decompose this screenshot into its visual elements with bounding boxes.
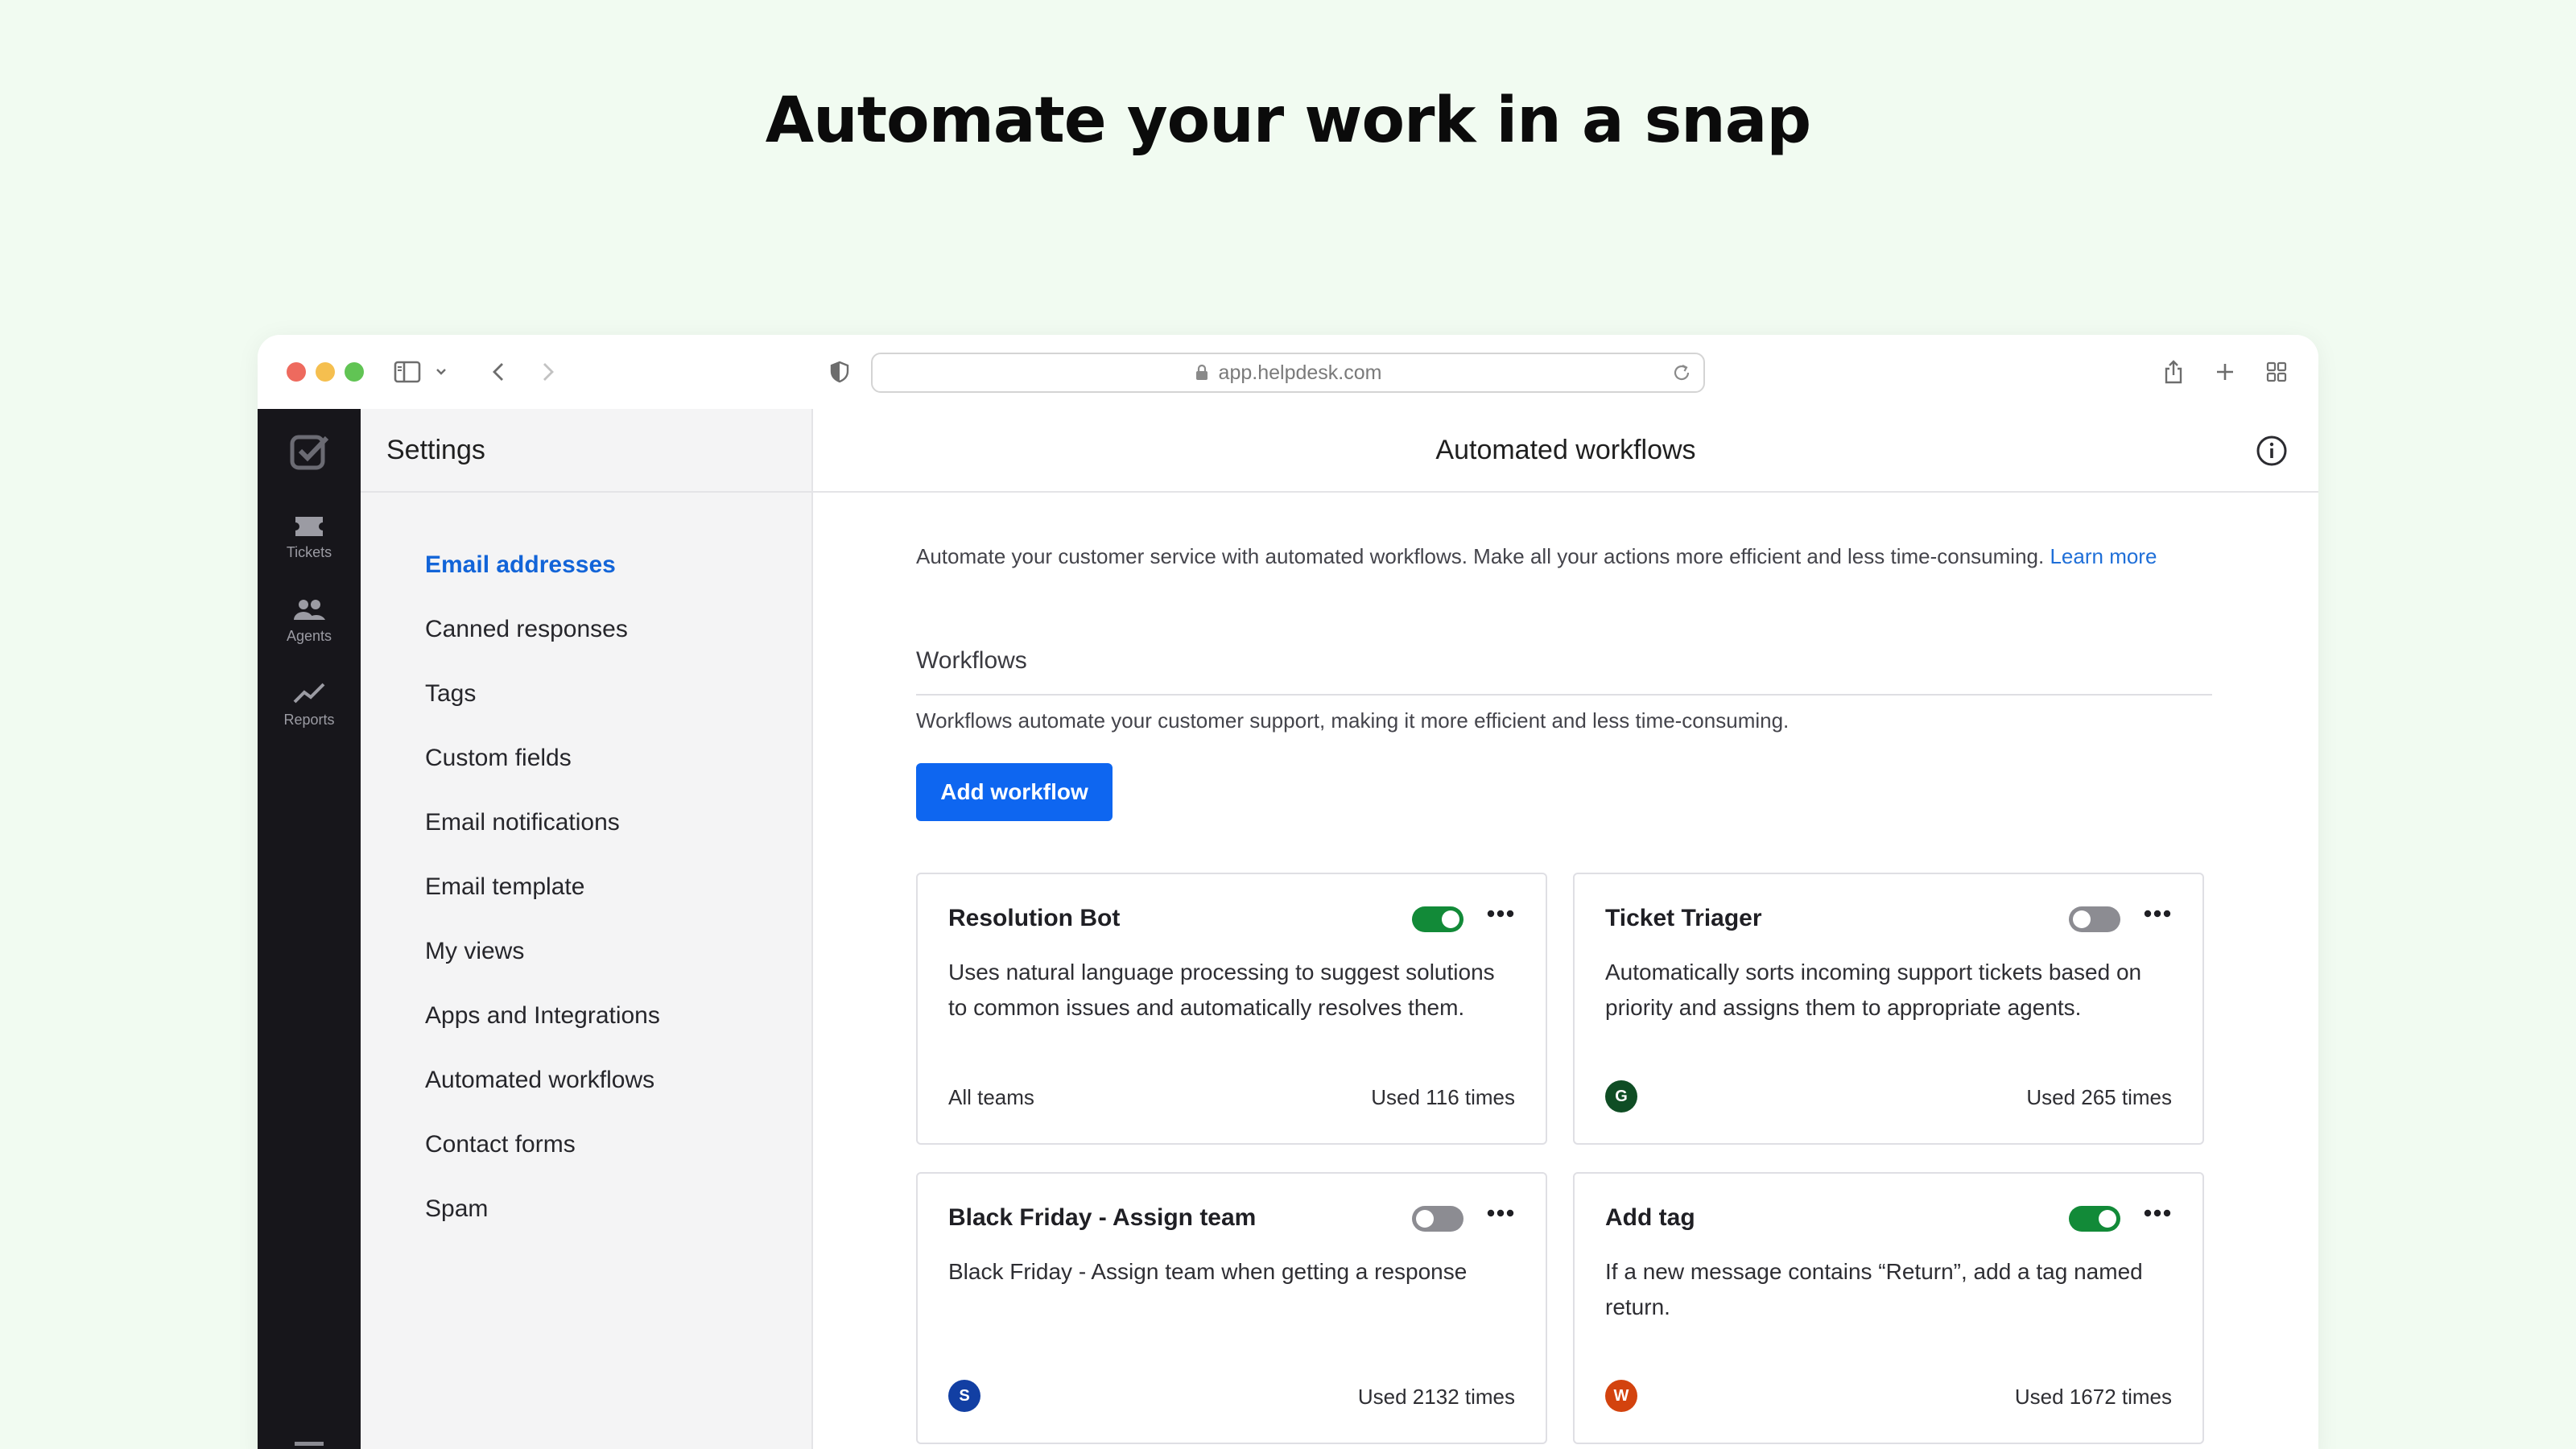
more-options-icon[interactable] [2143, 1208, 2172, 1222]
workflow-title: Resolution Bot [948, 905, 1121, 931]
workflows-section-title: Workflows [916, 647, 1027, 674]
workflow-enabled-toggle[interactable] [2069, 1206, 2120, 1232]
ticket-icon [295, 517, 323, 536]
settings-item-email-notifications[interactable]: Email notifications [361, 791, 811, 855]
zoom-window-button[interactable] [345, 362, 364, 382]
workflow-owner: All teams [948, 1085, 1034, 1109]
workflow-card-resolution-bot[interactable]: Resolution Bot Uses natural language pro… [916, 873, 1547, 1145]
workflow-description: Uses natural language processing to sugg… [948, 960, 1495, 1020]
workflow-usage: Used 2132 times [1357, 1385, 1515, 1409]
browser-toolbar: app.helpdesk.com [258, 335, 2318, 409]
settings-item-my-views[interactable]: My views [361, 919, 811, 984]
workflow-card-add-tag[interactable]: Add tag If a new message contains “Retur… [1573, 1172, 2204, 1444]
rail-item-reports[interactable]: Reports [258, 681, 361, 729]
url-text: app.helpdesk.com [1218, 361, 1382, 384]
new-tab-plus-icon[interactable] [2211, 353, 2240, 391]
browser-window: app.helpdesk.com Tickets Agents Reports … [258, 335, 2318, 1449]
settings-item-contact-forms[interactable]: Contact forms [361, 1113, 811, 1177]
rail-item-label: Tickets [286, 544, 332, 560]
workflow-description: If a new message contains “Return”, add … [1605, 1259, 2143, 1319]
sidebar-toggle-icon[interactable] [391, 353, 423, 391]
workflow-description: Automatically sorts incoming support tic… [1605, 960, 2142, 1020]
rail-item-label: Reports [283, 712, 335, 728]
minimize-window-button[interactable] [316, 362, 335, 382]
workflow-card-ticket-triager[interactable]: Ticket Triager Automatically sorts incom… [1573, 873, 2204, 1145]
settings-sidebar: Settings Email addresses Canned response… [361, 409, 813, 1449]
workflow-usage: Used 116 times [1371, 1085, 1515, 1109]
add-workflow-button[interactable]: Add workflow [916, 763, 1113, 821]
workflows-main: Automated workflows Automate your custom… [813, 409, 2318, 1449]
forward-arrow-icon[interactable] [536, 353, 560, 391]
helpdesk-app: Tickets Agents Reports Settings Email ad… [258, 409, 2318, 1449]
main-header: Automated workflows [813, 409, 2318, 493]
more-options-icon[interactable] [1486, 1208, 1515, 1222]
toggle-knob [1416, 1210, 1434, 1228]
chevron-down-icon[interactable] [431, 353, 451, 391]
back-arrow-icon[interactable] [486, 353, 510, 391]
learn-more-link[interactable]: Learn more [2050, 544, 2157, 568]
rail-item-tickets[interactable]: Tickets [258, 514, 361, 561]
settings-title: Settings [361, 409, 811, 493]
info-icon[interactable] [2256, 435, 2288, 474]
page-headline: Automate your work in a snap [765, 85, 1811, 157]
helpdesk-logo-icon[interactable] [290, 433, 330, 474]
workflow-title: Black Friday - Assign team [948, 1204, 1257, 1231]
settings-menu: Email addresses Canned responses Tags Cu… [361, 493, 811, 1241]
intro-copy: Automate your customer service with auto… [916, 544, 2045, 568]
lock-icon [1195, 364, 1209, 382]
avatar: W [1605, 1380, 1637, 1412]
page-title: Automated workflows [1435, 434, 1696, 465]
agents-icon [294, 600, 325, 620]
address-bar[interactable]: app.helpdesk.com [871, 353, 1705, 393]
workflow-usage: Used 265 times [2026, 1085, 2172, 1109]
settings-item-email-template[interactable]: Email template [361, 855, 811, 919]
avatar: G [1605, 1080, 1637, 1113]
settings-item-tags[interactable]: Tags [361, 662, 811, 726]
privacy-shield-icon[interactable] [828, 353, 852, 391]
workflow-enabled-toggle[interactable] [2069, 906, 2120, 932]
settings-item-custom-fields[interactable]: Custom fields [361, 726, 811, 791]
rail-item-agents[interactable]: Agents [258, 597, 361, 645]
avatar: S [948, 1380, 980, 1412]
reports-icon [293, 683, 325, 704]
share-icon[interactable] [2159, 353, 2188, 391]
toggle-knob [1442, 910, 1459, 928]
workflow-title: Ticket Triager [1605, 905, 1762, 931]
hamburger-menu-icon[interactable] [293, 1440, 325, 1449]
toggle-knob [2073, 910, 2091, 928]
rail-item-label: Agents [286, 628, 332, 644]
workflow-description: Black Friday - Assign team when getting … [948, 1259, 1468, 1284]
reload-icon[interactable] [1671, 361, 1692, 390]
settings-item-email-addresses[interactable]: Email addresses [361, 533, 811, 597]
more-options-icon[interactable] [2143, 908, 2172, 923]
workflow-usage: Used 1672 times [2014, 1385, 2172, 1409]
more-options-icon[interactable] [1486, 908, 1515, 923]
settings-item-spam[interactable]: Spam [361, 1177, 811, 1241]
close-window-button[interactable] [287, 362, 306, 382]
workflow-card-black-friday[interactable]: Black Friday - Assign team Black Friday … [916, 1172, 1547, 1444]
workflow-enabled-toggle[interactable] [1412, 1206, 1463, 1232]
settings-item-apps-integrations[interactable]: Apps and Integrations [361, 984, 811, 1048]
settings-item-automated-workflows[interactable]: Automated workflows [361, 1048, 811, 1113]
workflow-title: Add tag [1605, 1204, 1695, 1231]
workflows-section-desc: Workflows automate your customer support… [916, 708, 1790, 733]
toggle-knob [2099, 1210, 2116, 1228]
icon-rail: Tickets Agents Reports [258, 409, 361, 1449]
intro-text: Automate your customer service with auto… [916, 544, 2157, 569]
settings-item-canned-responses[interactable]: Canned responses [361, 597, 811, 662]
section-divider [916, 694, 2212, 696]
tab-overview-icon[interactable] [2262, 353, 2291, 391]
workflow-enabled-toggle[interactable] [1412, 906, 1463, 932]
